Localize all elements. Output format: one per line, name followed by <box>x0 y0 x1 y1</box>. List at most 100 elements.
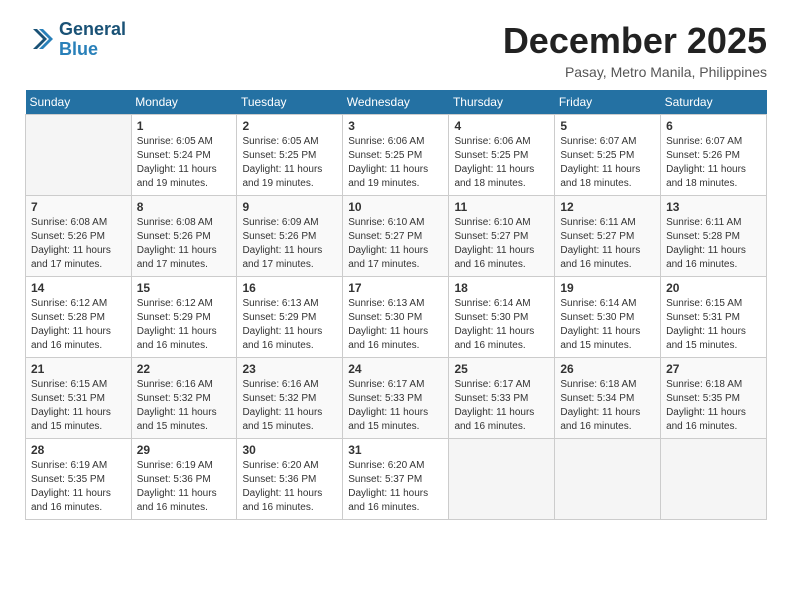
day-info: Sunrise: 6:14 AMSunset: 5:30 PMDaylight:… <box>560 297 655 353</box>
day-info: Sunrise: 6:13 AMSunset: 5:29 PMDaylight:… <box>242 297 337 353</box>
day-info: Sunrise: 6:11 AMSunset: 5:28 PMDaylight:… <box>666 216 761 272</box>
day-number: 10 <box>348 200 443 214</box>
weekday-header-monday: Monday <box>131 90 237 115</box>
calendar-cell: 7 Sunrise: 6:08 AMSunset: 5:26 PMDaylight… <box>26 196 132 277</box>
calendar-cell: 11 Sunrise: 6:10 AMSunset: 5:27 PMDayligh… <box>449 196 555 277</box>
day-number: 17 <box>348 281 443 295</box>
day-info: Sunrise: 6:17 AMSunset: 5:33 PMDaylight:… <box>348 378 443 434</box>
day-number: 30 <box>242 443 337 457</box>
weekday-header-sunday: Sunday <box>26 90 132 115</box>
day-number: 18 <box>454 281 549 295</box>
day-info: Sunrise: 6:10 AMSunset: 5:27 PMDaylight:… <box>348 216 443 272</box>
day-number: 8 <box>137 200 232 214</box>
day-number: 23 <box>242 362 337 376</box>
day-info: Sunrise: 6:20 AMSunset: 5:37 PMDaylight:… <box>348 459 443 515</box>
calendar-cell: 29 Sunrise: 6:19 AMSunset: 5:36 PMDayligh… <box>131 439 237 520</box>
day-number: 27 <box>666 362 761 376</box>
day-info: Sunrise: 6:11 AMSunset: 5:27 PMDaylight:… <box>560 216 655 272</box>
day-number: 3 <box>348 119 443 133</box>
location: Pasay, Metro Manila, Philippines <box>503 64 767 80</box>
calendar-cell: 26 Sunrise: 6:18 AMSunset: 5:34 PMDayligh… <box>555 358 661 439</box>
calendar-cell <box>449 439 555 520</box>
calendar-cell: 23Sunrise: 6:16 AMSunset: 5:32 PMDayligh… <box>237 358 343 439</box>
day-info: Sunrise: 6:10 AMSunset: 5:27 PMDaylight:… <box>454 216 549 272</box>
day-number: 6 <box>666 119 761 133</box>
calendar-cell: 20Sunrise: 6:15 AMSunset: 5:31 PMDayligh… <box>661 277 767 358</box>
calendar-cell: 15 Sunrise: 6:12 AMSunset: 5:29 PMDayligh… <box>131 277 237 358</box>
day-number: 4 <box>454 119 549 133</box>
calendar-cell: 24 Sunrise: 6:17 AMSunset: 5:33 PMDayligh… <box>343 358 449 439</box>
weekday-header-friday: Friday <box>555 90 661 115</box>
day-number: 16 <box>242 281 337 295</box>
calendar-cell: 18Sunrise: 6:14 AMSunset: 5:30 PMDayligh… <box>449 277 555 358</box>
day-info: Sunrise: 6:12 AMSunset: 5:29 PMDaylight:… <box>137 297 232 353</box>
weekday-header-tuesday: Tuesday <box>237 90 343 115</box>
calendar-cell: 14 Sunrise: 6:12 AMSunset: 5:28 PMDayligh… <box>26 277 132 358</box>
day-info: Sunrise: 6:18 AMSunset: 5:34 PMDaylight:… <box>560 378 655 434</box>
calendar-cell: 17Sunrise: 6:13 AMSunset: 5:30 PMDayligh… <box>343 277 449 358</box>
title-area: December 2025 Pasay, Metro Manila, Phili… <box>503 20 767 80</box>
day-info: Sunrise: 6:20 AMSunset: 5:36 PMDaylight:… <box>242 459 337 515</box>
logo-line2: Blue <box>59 40 126 60</box>
calendar-cell: 10 Sunrise: 6:10 AMSunset: 5:27 PMDayligh… <box>343 196 449 277</box>
day-info: Sunrise: 6:05 AMSunset: 5:25 PMDaylight:… <box>242 135 337 191</box>
day-info: Sunrise: 6:17 AMSunset: 5:33 PMDaylight:… <box>454 378 549 434</box>
day-number: 14 <box>31 281 126 295</box>
day-number: 26 <box>560 362 655 376</box>
calendar-cell <box>26 115 132 196</box>
day-info: Sunrise: 6:18 AMSunset: 5:35 PMDaylight:… <box>666 378 761 434</box>
calendar-cell: 2 Sunrise: 6:05 AMSunset: 5:25 PMDaylight… <box>237 115 343 196</box>
day-number: 2 <box>242 119 337 133</box>
calendar-cell: 3 Sunrise: 6:06 AMSunset: 5:25 PMDaylight… <box>343 115 449 196</box>
day-info: Sunrise: 6:05 AMSunset: 5:24 PMDaylight:… <box>137 135 232 191</box>
day-number: 22 <box>137 362 232 376</box>
day-info: Sunrise: 6:06 AMSunset: 5:25 PMDaylight:… <box>454 135 549 191</box>
day-number: 24 <box>348 362 443 376</box>
header: General Blue December 2025 Pasay, Metro … <box>25 20 767 80</box>
week-row-3: 14 Sunrise: 6:12 AMSunset: 5:28 PMDayligh… <box>26 277 767 358</box>
day-info: Sunrise: 6:15 AMSunset: 5:31 PMDaylight:… <box>31 378 126 434</box>
day-info: Sunrise: 6:19 AMSunset: 5:35 PMDaylight:… <box>31 459 126 515</box>
calendar-cell: 5 Sunrise: 6:07 AMSunset: 5:25 PMDaylight… <box>555 115 661 196</box>
day-info: Sunrise: 6:19 AMSunset: 5:36 PMDaylight:… <box>137 459 232 515</box>
day-info: Sunrise: 6:08 AMSunset: 5:26 PMDaylight:… <box>31 216 126 272</box>
day-number: 29 <box>137 443 232 457</box>
calendar: SundayMondayTuesdayWednesdayThursdayFrid… <box>25 90 767 520</box>
week-row-4: 21 Sunrise: 6:15 AMSunset: 5:31 PMDayligh… <box>26 358 767 439</box>
logo-line1: General <box>59 20 126 40</box>
calendar-cell: 28Sunrise: 6:19 AMSunset: 5:35 PMDayligh… <box>26 439 132 520</box>
calendar-cell: 22 Sunrise: 6:16 AMSunset: 5:32 PMDayligh… <box>131 358 237 439</box>
calendar-cell: 13 Sunrise: 6:11 AMSunset: 5:28 PMDayligh… <box>661 196 767 277</box>
week-row-2: 7 Sunrise: 6:08 AMSunset: 5:26 PMDaylight… <box>26 196 767 277</box>
day-number: 9 <box>242 200 337 214</box>
calendar-cell: 19 Sunrise: 6:14 AMSunset: 5:30 PMDayligh… <box>555 277 661 358</box>
day-info: Sunrise: 6:07 AMSunset: 5:26 PMDaylight:… <box>666 135 761 191</box>
calendar-cell: 4 Sunrise: 6:06 AMSunset: 5:25 PMDaylight… <box>449 115 555 196</box>
day-info: Sunrise: 6:09 AMSunset: 5:26 PMDaylight:… <box>242 216 337 272</box>
day-number: 7 <box>31 200 126 214</box>
day-number: 12 <box>560 200 655 214</box>
day-info: Sunrise: 6:06 AMSunset: 5:25 PMDaylight:… <box>348 135 443 191</box>
day-number: 25 <box>454 362 549 376</box>
weekday-header-wednesday: Wednesday <box>343 90 449 115</box>
day-number: 31 <box>348 443 443 457</box>
day-number: 19 <box>560 281 655 295</box>
weekday-header-row: SundayMondayTuesdayWednesdayThursdayFrid… <box>26 90 767 115</box>
month-title: December 2025 <box>503 20 767 62</box>
calendar-cell: 30 Sunrise: 6:20 AMSunset: 5:36 PMDayligh… <box>237 439 343 520</box>
day-info: Sunrise: 6:07 AMSunset: 5:25 PMDaylight:… <box>560 135 655 191</box>
calendar-cell: 8Sunrise: 6:08 AMSunset: 5:26 PMDaylight… <box>131 196 237 277</box>
calendar-cell: 1Sunrise: 6:05 AMSunset: 5:24 PMDaylight… <box>131 115 237 196</box>
day-number: 15 <box>137 281 232 295</box>
day-number: 11 <box>454 200 549 214</box>
day-number: 5 <box>560 119 655 133</box>
calendar-cell: 16 Sunrise: 6:13 AMSunset: 5:29 PMDayligh… <box>237 277 343 358</box>
day-number: 13 <box>666 200 761 214</box>
week-row-1: 1Sunrise: 6:05 AMSunset: 5:24 PMDaylight… <box>26 115 767 196</box>
day-info: Sunrise: 6:16 AMSunset: 5:32 PMDaylight:… <box>137 378 232 434</box>
calendar-cell: 9 Sunrise: 6:09 AMSunset: 5:26 PMDaylight… <box>237 196 343 277</box>
day-number: 21 <box>31 362 126 376</box>
calendar-cell: 27 Sunrise: 6:18 AMSunset: 5:35 PMDayligh… <box>661 358 767 439</box>
calendar-cell: 25 Sunrise: 6:17 AMSunset: 5:33 PMDayligh… <box>449 358 555 439</box>
day-info: Sunrise: 6:12 AMSunset: 5:28 PMDaylight:… <box>31 297 126 353</box>
